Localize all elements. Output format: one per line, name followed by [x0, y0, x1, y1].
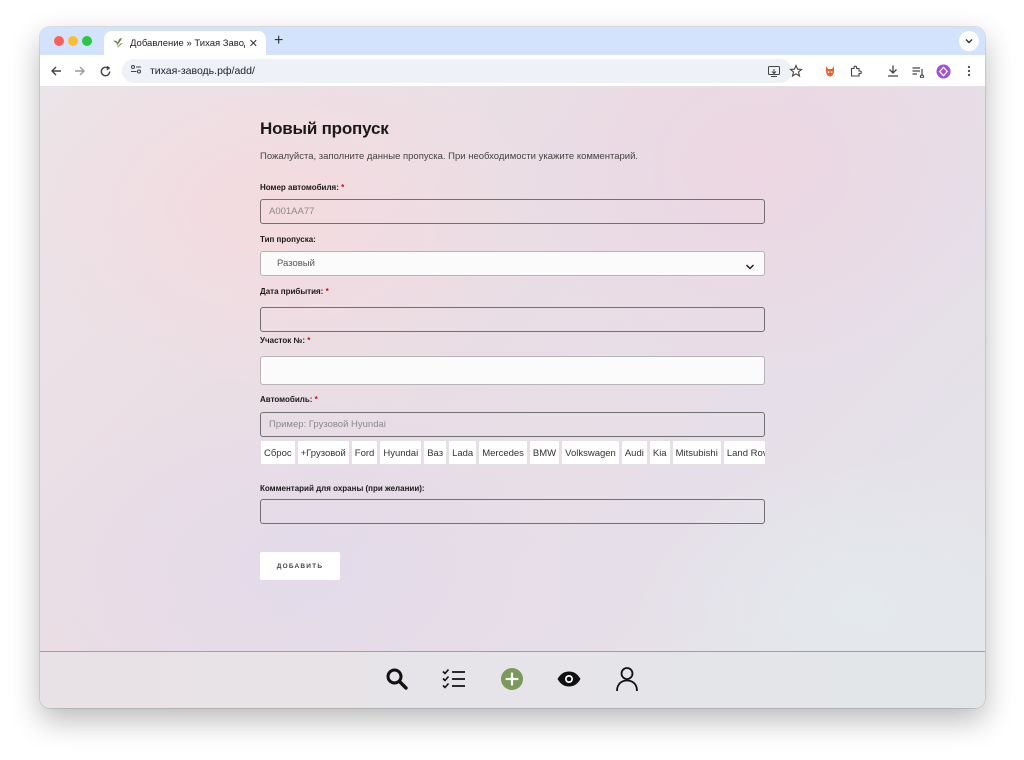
maximize-window-button[interactable]	[82, 36, 92, 46]
minimize-window-button[interactable]	[68, 36, 78, 46]
chevron-down-icon	[965, 39, 973, 44]
pass-type-label: Тип пропуска:	[260, 235, 316, 244]
comment-input[interactable]	[260, 499, 765, 524]
arrival-date-label: Дата прибытия: *	[260, 287, 329, 296]
plot-number-label-text: Участок №:	[260, 336, 306, 345]
tab-title: Добавление » Тихая Заводь	[130, 37, 245, 49]
car-label: Автомобиль: *	[260, 395, 318, 404]
url-text: тихая-заводь.рф/add/	[150, 65, 255, 77]
plot-number-label: Участок №: *	[260, 336, 310, 345]
required-marker: *	[314, 395, 318, 404]
browser-toolbar: тихая-заводь.рф/add/	[40, 55, 985, 87]
car-number-input[interactable]	[260, 199, 765, 224]
page-title: Новый пропуск	[260, 119, 389, 138]
new-tab-icon[interactable]: +	[274, 32, 283, 50]
browser-window: Добавление » Тихая Заводь ✕ + тихая-заво…	[40, 27, 985, 708]
add-pass-button[interactable]: ДОБАВИТЬ	[260, 552, 340, 580]
chevron-down-icon	[745, 259, 755, 277]
chip-ford[interactable]: Ford	[350, 440, 379, 465]
extension-fox-icon[interactable]	[822, 63, 838, 79]
eye-icon[interactable]	[556, 666, 582, 692]
tab-close-icon[interactable]: ✕	[249, 37, 258, 50]
comment-label: Комментарий для охраны (при желании):	[260, 484, 425, 493]
car-label-text: Автомобиль:	[260, 395, 313, 404]
chip-mitsubishi[interactable]: Mitsubishi	[671, 440, 722, 465]
checklist-icon[interactable]	[441, 666, 467, 692]
chip-kia[interactable]: Kia	[648, 440, 671, 465]
tab-strip: Добавление » Тихая Заводь ✕ +	[40, 27, 985, 55]
add-circle-icon[interactable]	[499, 666, 525, 692]
bookmark-star-icon[interactable]	[788, 63, 804, 79]
chip-vaz[interactable]: Ваз	[423, 440, 448, 465]
required-marker: *	[341, 183, 345, 192]
search-icon[interactable]	[384, 666, 410, 692]
pass-type-value: Разовый	[277, 258, 315, 269]
chip-truck[interactable]: +Грузовой	[296, 440, 350, 465]
page-content: Новый пропуск Пожалуйста, заполните данн…	[40, 87, 985, 651]
extensions-puzzle-icon[interactable]	[848, 63, 864, 79]
plot-number-input[interactable]	[260, 356, 765, 385]
site-favicon-icon	[112, 37, 124, 49]
close-window-button[interactable]	[54, 36, 64, 46]
chip-land-rover[interactable]: Land Rover	[722, 440, 765, 465]
chip-lada[interactable]: Lada	[448, 440, 478, 465]
pass-type-select[interactable]: Разовый	[260, 251, 765, 276]
browser-menu-icon[interactable]	[961, 63, 977, 79]
car-quick-chips: Сброс +Грузовой Ford Hyundai Ваз Lada Mercedes…	[260, 440, 765, 465]
page-subtitle: Пожалуйста, заполните данные пропуска. П…	[260, 151, 639, 162]
downloads-icon[interactable]	[885, 63, 901, 79]
car-model-input[interactable]	[260, 412, 765, 437]
reload-icon[interactable]	[97, 63, 113, 79]
chip-reset[interactable]: Сброс	[260, 440, 296, 465]
browser-tab[interactable]: Добавление » Тихая Заводь ✕	[104, 31, 266, 55]
chip-mercedes[interactable]: Mercedes	[478, 440, 528, 465]
required-marker: *	[325, 287, 329, 296]
chip-volkswagen[interactable]: Volkswagen	[561, 440, 620, 465]
car-number-label: Номер автомобиля: *	[260, 183, 344, 192]
arrival-date-label-text: Дата прибытия:	[260, 287, 324, 296]
chip-hyundai[interactable]: Hyundai	[379, 440, 423, 465]
chip-audi[interactable]: Audi	[620, 440, 648, 465]
profile-avatar-icon[interactable]	[935, 63, 951, 79]
reading-list-icon[interactable]	[910, 63, 926, 79]
install-app-icon[interactable]	[766, 63, 782, 79]
car-number-label-text: Номер автомобиля:	[260, 183, 339, 192]
chip-bmw[interactable]: BMW	[528, 440, 561, 465]
tab-search-button[interactable]	[959, 31, 979, 51]
site-settings-icon[interactable]	[130, 62, 142, 80]
user-icon[interactable]	[614, 666, 640, 692]
arrival-date-input[interactable]	[260, 307, 765, 332]
address-bar[interactable]: тихая-заводь.рф/add/	[122, 59, 792, 83]
forward-arrow-icon[interactable]	[72, 63, 88, 79]
required-marker: *	[307, 336, 311, 345]
bottom-navigation	[40, 651, 985, 708]
back-arrow-icon[interactable]	[48, 63, 64, 79]
